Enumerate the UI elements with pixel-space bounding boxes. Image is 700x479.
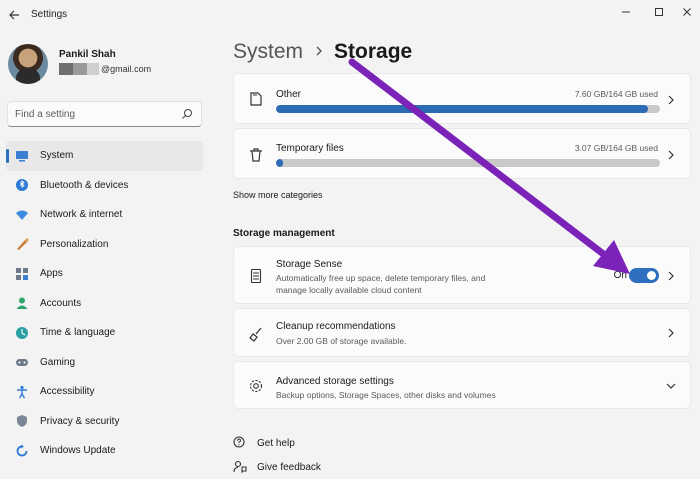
search-icon[interactable] [181, 108, 193, 120]
sidebar-item-gaming[interactable]: Gaming [6, 348, 203, 378]
sidebar-item-time-language[interactable]: Time & language [6, 318, 203, 348]
profile-email: @gmail.com [59, 63, 151, 75]
storage-category-other[interactable]: Other 7.60 GB/164 GB used [233, 73, 691, 124]
sidebar-item-privacy[interactable]: Privacy & security [6, 407, 203, 437]
close-icon[interactable] [677, 4, 697, 20]
accounts-icon [15, 296, 29, 310]
category-label: Other [276, 89, 302, 100]
sidebar-item-label: Gaming [40, 356, 76, 368]
network-icon [15, 208, 29, 222]
sidebar-item-label: Time & language [40, 327, 116, 339]
sidebar-item-windows-update[interactable]: Windows Update [6, 436, 203, 466]
sidebar-item-network[interactable]: Network & internet [6, 200, 203, 230]
usage-bar-fill [276, 159, 283, 167]
help-icon [233, 436, 245, 448]
minimize-icon[interactable] [616, 4, 636, 20]
trash-icon [250, 148, 262, 162]
apps-icon [15, 267, 29, 281]
breadcrumb: System Storage [233, 40, 412, 64]
bluetooth-icon [15, 178, 29, 192]
category-label: Temporary files [276, 143, 344, 154]
sidebar-item-apps[interactable]: Apps [6, 259, 203, 289]
give-feedback-link[interactable]: Give feedback [233, 460, 321, 474]
chevron-right-icon [315, 44, 323, 60]
maximize-icon[interactable] [649, 4, 669, 20]
personalization-icon [15, 237, 29, 251]
sidebar-item-label: Bluetooth & devices [40, 179, 129, 191]
chevron-right-icon[interactable] [666, 271, 676, 281]
usage-bar [276, 159, 660, 167]
storage-sense-card[interactable]: Storage Sense Automatically free up spac… [233, 246, 691, 304]
sidebar-item-label: Accessibility [40, 386, 95, 398]
page-title: Storage [334, 40, 413, 63]
feedback-icon [233, 460, 247, 474]
cleanup-recommendations-card[interactable]: Cleanup recommendations Over 2.00 GB of … [233, 308, 691, 357]
gaming-icon [15, 355, 29, 369]
sidebar-item-label: Windows Update [40, 445, 116, 457]
storage-sense-title: Storage Sense [276, 259, 343, 270]
storage-drive-icon [250, 268, 262, 284]
usage-bar-fill [276, 105, 649, 113]
sidebar-item-accounts[interactable]: Accounts [6, 289, 203, 319]
sidebar-item-system[interactable]: System [6, 141, 203, 171]
section-heading-storage-management: Storage management [233, 228, 335, 239]
cleanup-title: Cleanup recommendations [276, 321, 396, 332]
profile-name: Pankil Shah [59, 49, 116, 60]
sidebar-item-label: Network & internet [40, 209, 123, 221]
document-icon [250, 92, 262, 106]
sidebar-item-label: Accounts [40, 297, 82, 309]
email-redaction [59, 63, 73, 75]
sidebar-item-label: Personalization [40, 238, 109, 250]
category-usage: 3.07 GB/164 GB used [574, 143, 658, 153]
chevron-right-icon [668, 328, 674, 338]
sidebar-item-label: Apps [40, 268, 63, 280]
search-input[interactable] [15, 108, 175, 120]
time-language-icon [15, 326, 29, 340]
toggle-state-label: On [613, 270, 627, 281]
system-icon [15, 149, 29, 163]
windows-update-icon [15, 444, 29, 458]
sidebar-item-label: System [40, 150, 74, 162]
sidebar-item-bluetooth[interactable]: Bluetooth & devices [6, 171, 203, 201]
get-help-link[interactable]: Get help [233, 436, 295, 450]
storage-sense-toggle[interactable] [629, 268, 659, 283]
breadcrumb-parent[interactable]: System [233, 40, 303, 64]
broom-icon [249, 327, 262, 342]
chevron-down-icon [666, 383, 676, 389]
title-bar: Settings [0, 0, 700, 30]
storage-sense-description: manage locally available cloud content [276, 285, 422, 295]
cleanup-description: Over 2.00 GB of storage available. [276, 336, 407, 346]
back-arrow-icon[interactable] [6, 7, 22, 23]
usage-bar [276, 105, 660, 113]
category-usage: 7.60 GB/164 GB used [574, 89, 658, 99]
avatar[interactable] [8, 44, 48, 84]
sidebar-item-personalization[interactable]: Personalization [6, 230, 203, 260]
storage-sense-description: Automatically free up space, delete temp… [276, 273, 486, 283]
sidebar-item-label: Privacy & security [40, 415, 120, 427]
give-feedback-label[interactable]: Give feedback [257, 462, 321, 473]
advanced-storage-description: Backup options, Storage Spaces, other di… [276, 390, 496, 400]
sidebar-nav: System Bluetooth & devices Network & int… [6, 141, 203, 466]
storage-category-temporary-files[interactable]: Temporary files 3.07 GB/164 GB used [233, 128, 691, 179]
advanced-storage-title: Advanced storage settings [276, 376, 394, 387]
search-box[interactable] [7, 101, 202, 127]
app-title: Settings [31, 9, 68, 20]
chevron-right-icon [668, 150, 674, 160]
get-help-label[interactable]: Get help [257, 438, 295, 449]
show-more-categories-link[interactable]: Show more categories [233, 190, 323, 200]
chevron-right-icon [668, 95, 674, 105]
user-profile[interactable] [8, 44, 48, 84]
sidebar-item-accessibility[interactable]: Accessibility [6, 377, 203, 407]
privacy-icon [15, 414, 29, 428]
email-suffix: @gmail.com [101, 64, 152, 74]
advanced-storage-settings-card[interactable]: Advanced storage settings Backup options… [233, 361, 691, 409]
gear-icon [249, 379, 263, 393]
accessibility-icon [15, 385, 29, 399]
